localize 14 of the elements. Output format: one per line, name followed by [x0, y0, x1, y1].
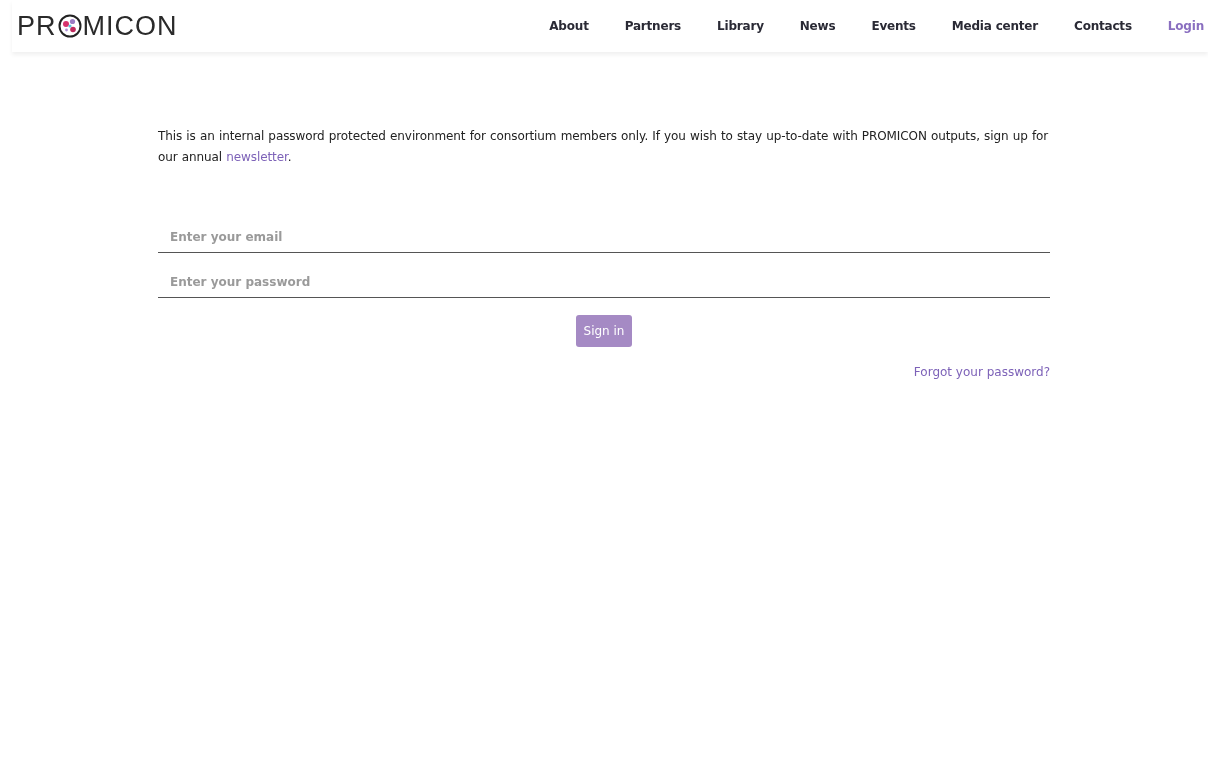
nav-link[interactable]: Contacts: [1074, 19, 1132, 33]
logo-text: MICON: [82, 10, 178, 42]
nav-link[interactable]: Partners: [624, 19, 682, 33]
intro-paragraph: This is an internal password protected environment for consortium members only. If you wish to stay up-to-date with PROMICON outputs, sign up for our annual newsletter.: [158, 128, 1050, 166]
nav-link[interactable]: About: [549, 19, 589, 33]
logo-text: PR: [17, 10, 57, 42]
nav-link[interactable]: Media center: [951, 19, 1039, 33]
nav-link[interactable]: News: [799, 19, 836, 33]
forgot-password-link[interactable]: Forgot your password?: [913, 365, 1050, 379]
newsletter-link[interactable]: newsletter: [226, 150, 288, 164]
nav-link[interactable]: Events: [871, 19, 916, 33]
nav-link[interactable]: Library: [717, 19, 764, 33]
cell-logo-icon: [57, 14, 82, 38]
login-link[interactable]: Login: [1167, 19, 1204, 33]
